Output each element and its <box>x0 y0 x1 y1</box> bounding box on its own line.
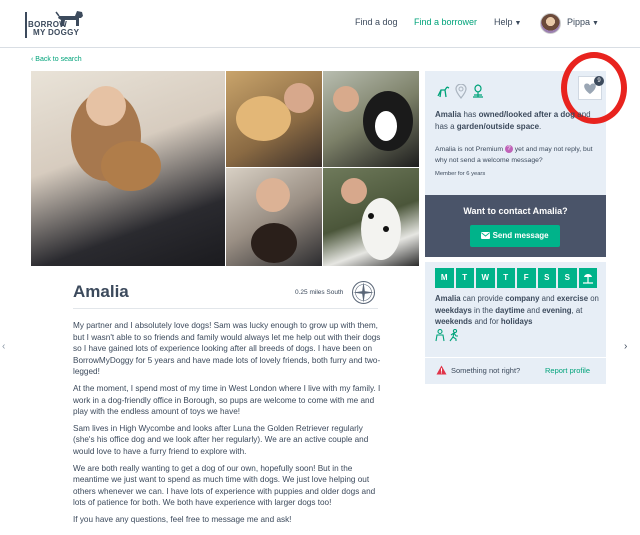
chevron-down-icon: ▼ <box>514 20 522 27</box>
bio-paragraph: If you have any questions, feel free to … <box>73 514 292 524</box>
contact-title: Want to contact Amalia? <box>463 206 568 216</box>
day-tuesday: T <box>455 268 474 288</box>
compass-icon <box>352 281 375 304</box>
owned-dog-text: owned/looked after a dog <box>478 110 576 119</box>
profile-photo-gallery <box>31 71 419 266</box>
avail-text: , at <box>571 305 583 315</box>
profile-bio: My partner and I absolutely love dogs! S… <box>73 320 381 531</box>
avail-holidays: holidays <box>500 317 533 326</box>
dog-walking-icon <box>437 86 450 98</box>
something-not-right-label: Something not right? <box>451 366 521 375</box>
avail-text: can provide <box>460 294 506 303</box>
back-link-label: Back to search <box>35 56 82 63</box>
user-menu[interactable]: Pippa ▼ <box>567 17 599 27</box>
garden-icon <box>473 84 483 98</box>
day-thursday: T <box>496 268 515 288</box>
next-profile-arrow-icon[interactable]: › <box>624 341 627 352</box>
day-friday: F <box>517 268 536 288</box>
avail-text: on <box>588 294 599 303</box>
member-since: Member for 6 years <box>435 171 486 177</box>
nav-find-a-borrower[interactable]: Find a borrower <box>414 17 477 27</box>
nav-help-menu[interactable]: Help ▼ <box>494 17 521 27</box>
bio-paragraph: My partner and I absolutely love dogs! S… <box>73 321 381 377</box>
send-message-button[interactable]: Send message <box>470 225 560 247</box>
availability-description: Amalia can provide company and exercise … <box>435 293 603 328</box>
owned-text: . <box>539 121 542 131</box>
profile-photo-2[interactable] <box>226 71 322 167</box>
borrowmydoggy-logo[interactable]: BORROW MY DOGGY <box>25 8 87 40</box>
bio-paragraph: At the moment, I spend most of my time i… <box>73 383 381 417</box>
owned-text: has <box>461 110 479 119</box>
avail-daytime: daytime <box>495 305 525 315</box>
user-name: Pippa <box>567 17 591 27</box>
profile-photo-3[interactable] <box>323 71 419 167</box>
avail-text: in the <box>471 305 496 315</box>
top-navigation-bar: BORROW MY DOGGY Find a dog Find a borrow… <box>0 0 640 48</box>
avail-weekdays: weekdays <box>435 305 472 315</box>
help-label: Help <box>494 17 513 27</box>
back-to-search-link[interactable]: ‹ Back to search <box>31 56 82 63</box>
premium-status-note: Amalia is not Premium ? yet and may not … <box>435 145 601 166</box>
bio-paragraph: We are both really wanting to get a dog … <box>73 463 376 508</box>
nav-find-a-dog[interactable]: Find a dog <box>355 17 398 27</box>
chevron-down-icon: ▼ <box>592 20 599 27</box>
exercise-running-icon <box>450 328 459 342</box>
location-pin-icon <box>455 84 467 99</box>
question-mark-icon[interactable]: ? <box>504 145 513 154</box>
logo-text-mydoggy: MY DOGGY <box>33 28 80 37</box>
previous-profile-arrow-icon[interactable]: ‹ <box>2 341 5 352</box>
profile-photo-4[interactable] <box>226 168 322 266</box>
avail-text: and <box>524 305 543 315</box>
holiday-beach-icon <box>578 268 597 288</box>
avail-text: and for <box>472 317 501 326</box>
envelope-icon <box>481 231 491 239</box>
company-person-icon <box>435 328 445 342</box>
garden-text: garden/outside space <box>456 121 540 131</box>
bio-paragraph: Sam lives in High Wycombe and looks afte… <box>73 423 369 456</box>
profile-photo-main[interactable] <box>31 71 225 266</box>
avail-exercise: exercise <box>556 294 589 303</box>
avail-weekends: weekends <box>435 317 473 326</box>
owned-name: Amalia <box>435 110 462 119</box>
warning-icon <box>436 365 447 375</box>
report-profile-link[interactable]: Report profile <box>545 366 590 375</box>
avail-evening: evening <box>542 305 572 315</box>
avail-text: and <box>539 294 557 303</box>
logo-lamppost <box>25 12 27 38</box>
owned-garden-summary: Amalia has owned/looked after a dog and … <box>435 109 599 132</box>
availability-icons <box>435 328 459 347</box>
availability-days: M T W T F S S <box>435 268 597 288</box>
premium-text: Amalia is not Premium <box>435 146 503 153</box>
user-avatar[interactable] <box>540 13 561 34</box>
day-saturday: S <box>537 268 556 288</box>
profile-photo-5[interactable] <box>323 168 419 266</box>
avail-company: company <box>505 294 540 303</box>
day-monday: M <box>435 268 454 288</box>
avail-name: Amalia <box>435 294 461 303</box>
profile-name: Amalia <box>73 282 129 301</box>
send-message-label: Send message <box>492 231 549 240</box>
distance-label: 0.25 miles South <box>295 289 344 296</box>
day-sunday: S <box>558 268 577 288</box>
day-wednesday: W <box>476 268 495 288</box>
section-divider <box>73 308 378 309</box>
